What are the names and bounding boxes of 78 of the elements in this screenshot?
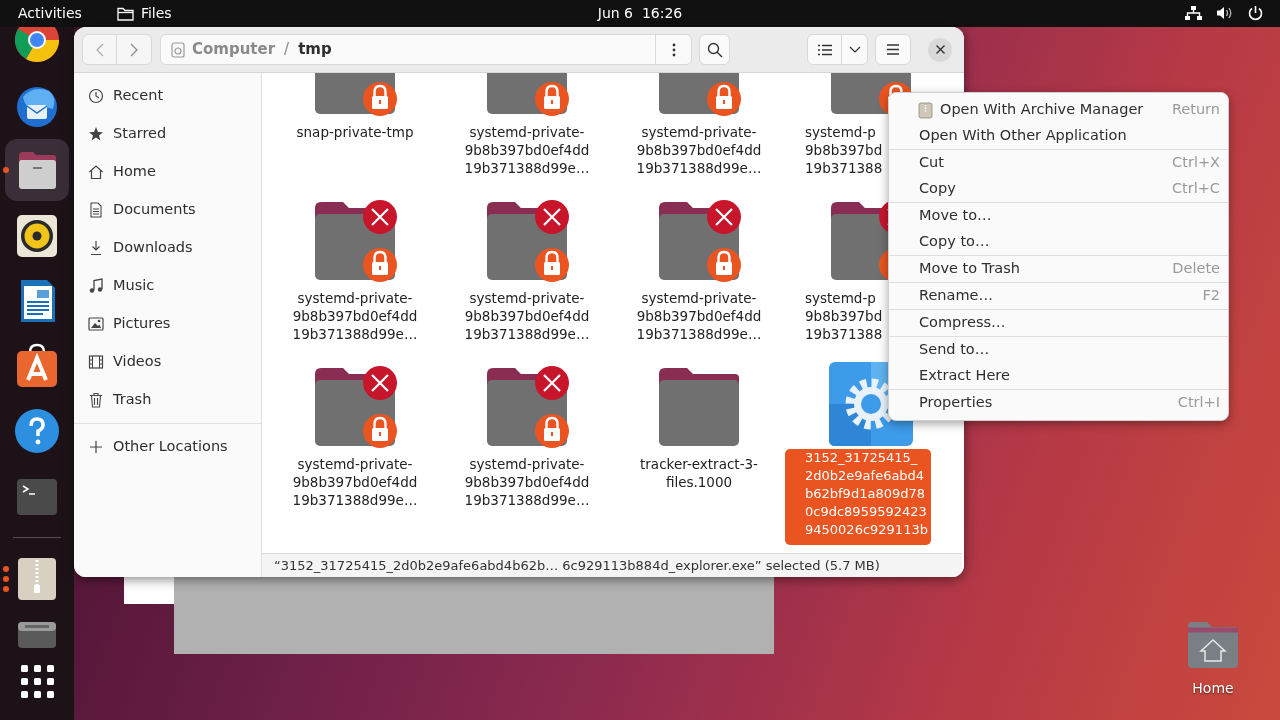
browser-icon[interactable] — [13, 27, 61, 64]
download-icon — [88, 240, 104, 256]
file-name-label[interactable]: systemd-private- 9b8b397bd0ef4dd 19b371388d99e… — [464, 289, 590, 343]
file-name-label[interactable]: systemd-private- 9b8b397bd0ef4dd 19b371388d99e… — [292, 455, 418, 509]
image-icon — [88, 316, 104, 332]
path-segment[interactable]: tmp — [298, 38, 332, 61]
file-name-label[interactable]: systemd-p 9b8b397bd 19b371388 — [785, 289, 883, 343]
shortcut-label: Return — [1171, 100, 1220, 120]
menu-icon — [887, 44, 899, 55]
sidebar-item[interactable]: Starred — [80, 115, 255, 153]
file-name-label[interactable]: systemd-private- 9b8b397bd0ef4dd 19b371388d99e… — [464, 455, 590, 509]
document-icon — [88, 202, 104, 218]
shortcut-label: Ctrl+X — [1172, 153, 1220, 173]
search-button[interactable] — [699, 34, 730, 65]
menu-item[interactable]: Copy Ctrl+C — [889, 176, 1228, 202]
menu-item[interactable]: Move to Trash Delete — [889, 256, 1228, 282]
file-name-label[interactable]: 3152_31725415_ 2d0b2e9afe6abd4 b62bf9d1a809d78 0c9dc8959592423 9450026c929113b — [785, 449, 931, 545]
status-text: “3152_31725415_2d0b2e9afe6abd4b62b… 6c929113b884d_explorer.exe” selected (5.7 MB) — [274, 556, 880, 575]
network-icon[interactable] — [1185, 5, 1202, 21]
vertical-dots-icon — [671, 42, 676, 57]
app-menu-label[interactable]: Files — [140, 3, 172, 24]
sidebar-item[interactable]: Recent — [80, 77, 255, 115]
file-name-label[interactable]: systemd-p 9b8b397bd 19b371388 — [785, 123, 883, 177]
menu-item[interactable]: Cut Ctrl+X — [889, 150, 1228, 176]
app-grid-icon[interactable] — [20, 664, 54, 698]
menu-item[interactable]: Open With Archive Manager Return — [889, 97, 1228, 123]
shortcut-label: Ctrl+I — [1177, 393, 1220, 413]
search-icon — [706, 41, 723, 58]
clock[interactable]: Jun 6 16:26 — [577, 3, 703, 24]
sidebar-item[interactable]: Pictures — [80, 305, 255, 343]
film-icon — [88, 354, 104, 370]
drive-icon — [171, 41, 185, 58]
path-separator: / — [284, 39, 290, 61]
sidebar-item[interactable]: Trash — [80, 381, 255, 419]
menu-item[interactable]: Open With Other Application — [889, 123, 1228, 149]
menu-item[interactable]: Copy to… — [889, 229, 1228, 255]
menu-item[interactable]: Send to… — [889, 337, 1228, 363]
close-button[interactable] — [928, 37, 952, 62]
menu-item[interactable]: Rename… F2 — [889, 283, 1228, 309]
desktop-icon-label[interactable]: Home — [1192, 678, 1234, 699]
folder-icon — [116, 6, 134, 21]
shortcut-label: Ctrl+C — [1171, 179, 1220, 199]
volume-icon[interactable] — [1216, 5, 1233, 21]
chevron-right-icon — [130, 42, 138, 57]
menu-item[interactable]: Extract Here — [889, 363, 1228, 389]
chevron-down-icon — [848, 46, 861, 53]
sidebar-item[interactable]: Downloads — [80, 229, 255, 267]
sidebar-item[interactable]: Videos — [80, 343, 255, 381]
chevron-left-icon — [95, 42, 104, 57]
file-name-label[interactable]: snap-private-tmp — [296, 123, 414, 141]
file-name-label[interactable]: systemd-private- 9b8b397bd0ef4dd 19b371388d99e… — [636, 123, 762, 177]
power-icon[interactable] — [1247, 5, 1264, 21]
star-icon — [88, 126, 104, 142]
menu-button[interactable] — [875, 34, 911, 65]
help-icon[interactable] — [13, 407, 61, 456]
file-name-label[interactable]: systemd-private- 9b8b397bd0ef4dd 19b371388d99e… — [464, 123, 590, 177]
clock-icon — [88, 88, 104, 104]
archive-icon — [918, 101, 933, 119]
shortcut-label: F2 — [1202, 286, 1220, 306]
trash-icon — [88, 392, 104, 408]
sidebar-item[interactable]: Documents — [80, 191, 255, 229]
menu-item[interactable]: Properties Ctrl+I — [889, 390, 1228, 416]
folder-icon[interactable] — [659, 368, 739, 446]
plus-icon — [88, 439, 104, 455]
file-name-label[interactable]: systemd-private- 9b8b397bd0ef4dd 19b371388d99e… — [636, 289, 762, 343]
sidebar-item[interactable]: Music — [80, 267, 255, 305]
sidebar-item[interactable]: Other Locations — [80, 428, 255, 466]
music-note-icon — [88, 278, 104, 294]
activities-button[interactable]: Activities — [18, 0, 82, 27]
sidebar-item[interactable]: Home — [80, 153, 255, 191]
list-icon — [817, 43, 832, 56]
file-name-label[interactable]: tracker-extract-3- files.1000 — [640, 455, 758, 491]
menu-item[interactable]: Move to… — [889, 203, 1228, 229]
menu-item[interactable]: Compress… — [889, 310, 1228, 336]
shortcut-label: Delete — [1172, 259, 1220, 279]
close-icon — [935, 45, 945, 54]
file-name-label[interactable]: systemd-private- 9b8b397bd0ef4dd 19b371388d99e… — [292, 289, 418, 343]
home-icon — [88, 164, 104, 180]
